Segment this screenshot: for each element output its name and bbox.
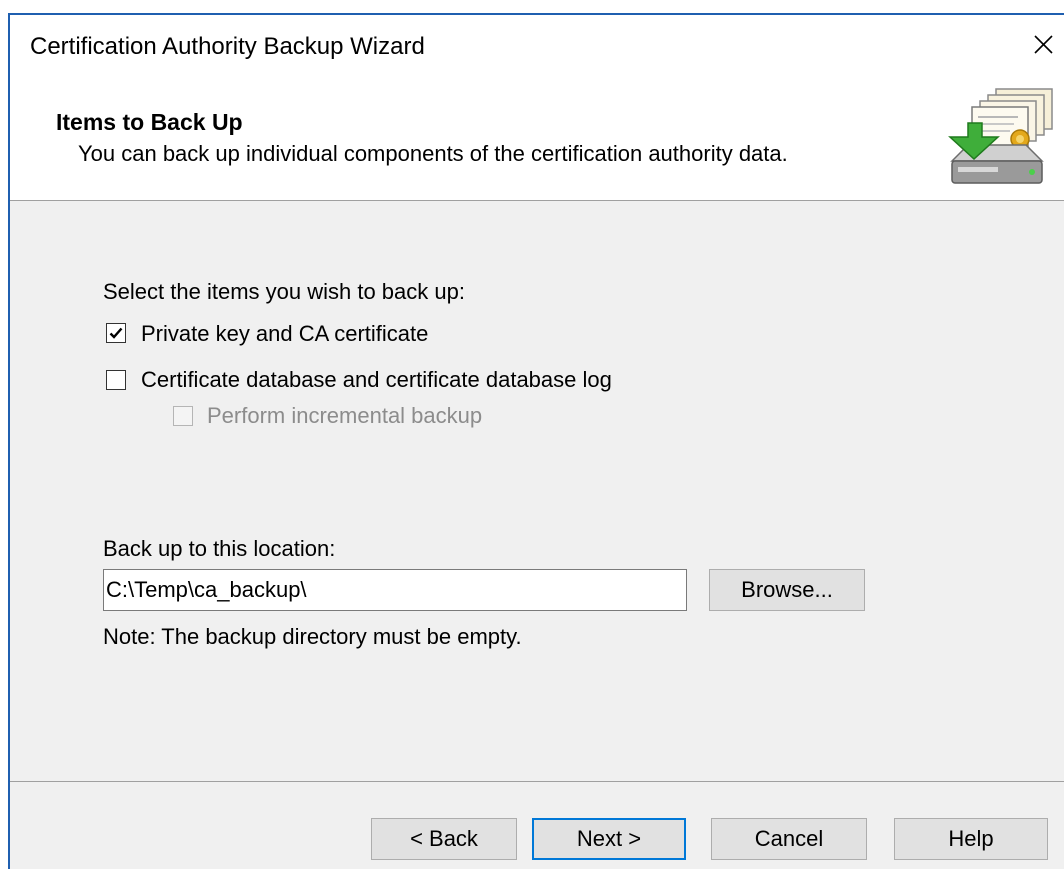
browse-button[interactable]: Browse... (709, 569, 865, 611)
wizard-body: Select the items you wish to back up: Pr… (10, 201, 1064, 869)
private-key-checkbox[interactable] (106, 323, 126, 343)
certificate-backup-icon (948, 88, 1053, 184)
footer-divider (10, 781, 1064, 782)
certificate-database-checkbox[interactable] (106, 370, 126, 390)
backup-note: Note: The backup directory must be empty… (103, 624, 522, 649)
close-icon (1034, 35, 1053, 54)
cancel-button[interactable]: Cancel (711, 818, 867, 860)
close-button[interactable] (1026, 27, 1060, 61)
location-label: Back up to this location: (103, 536, 336, 561)
window-title: Certification Authority Backup Wizard (30, 33, 425, 60)
back-button[interactable]: < Back (371, 818, 517, 860)
help-button[interactable]: Help (894, 818, 1048, 860)
backup-location-input[interactable]: C:\Temp\ca_backup\ (103, 569, 687, 611)
page-subtitle: You can back up individual components of… (78, 141, 788, 166)
certificate-database-label[interactable]: Certificate database and certificate dat… (141, 367, 612, 393)
select-items-prompt: Select the items you wish to back up: (103, 279, 465, 304)
next-button[interactable]: Next > (532, 818, 686, 860)
page-title: Items to Back Up (56, 109, 243, 135)
title-bar: Certification Authority Backup Wizard (10, 15, 1064, 77)
checkmark-icon (109, 327, 123, 339)
incremental-backup-label: Perform incremental backup (207, 403, 483, 428)
incremental-backup-checkbox (173, 406, 193, 426)
wizard-window: Certification Authority Backup Wizard It… (8, 13, 1064, 869)
wizard-header: Items to Back Up You can back up individ… (10, 77, 1064, 200)
private-key-label[interactable]: Private key and CA certificate (141, 321, 428, 347)
